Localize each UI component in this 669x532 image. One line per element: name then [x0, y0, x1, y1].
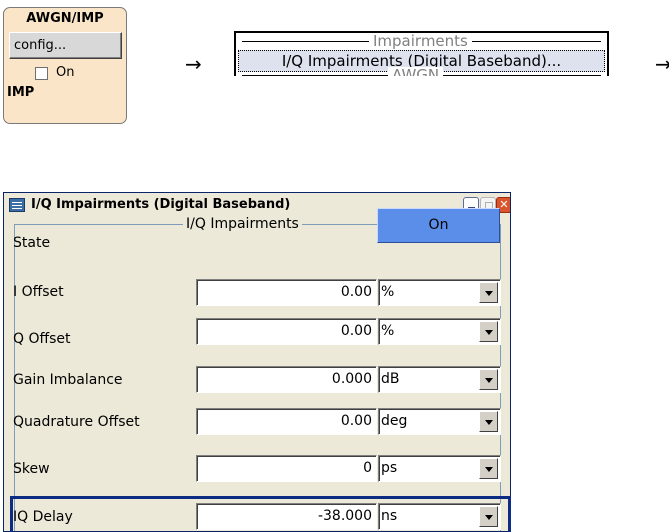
- q-offset-unit: %: [381, 323, 395, 339]
- chevron-down-icon[interactable]: [479, 458, 498, 479]
- skew-unit-select[interactable]: ps: [378, 455, 501, 482]
- q-offset-unit-select[interactable]: %: [378, 318, 501, 345]
- gain-imbalance-unit-select[interactable]: dB: [378, 366, 501, 393]
- dialog-title: I/Q Impairments (Digital Baseband): [31, 197, 291, 212]
- state-toggle-button[interactable]: On: [377, 208, 500, 243]
- chevron-down-icon[interactable]: [479, 369, 498, 390]
- quadrature-offset-unit-select[interactable]: deg: [378, 408, 501, 435]
- impairments-menu: Impairments I/Q Impairments (Digital Bas…: [234, 31, 609, 76]
- skew-input[interactable]: 0: [196, 455, 377, 482]
- quadrature-offset-input[interactable]: 0.00: [196, 408, 377, 435]
- flow-arrow-2: →: [655, 52, 669, 76]
- q-offset-input[interactable]: 0.00: [196, 318, 377, 345]
- menu-separator-awgn-label: AWGN: [388, 67, 444, 76]
- on-checkbox[interactable]: [35, 67, 48, 80]
- quadrature-offset-unit: deg: [381, 413, 408, 429]
- gain-imbalance-unit: dB: [381, 371, 400, 387]
- chevron-down-icon[interactable]: [479, 282, 498, 303]
- iq-delay-label: IQ Delay: [13, 509, 73, 525]
- chevron-down-icon[interactable]: [479, 321, 498, 342]
- block-title: AWGN/IMP: [26, 11, 104, 26]
- awgn-imp-block: AWGN/IMP config... On IMP: [3, 7, 127, 124]
- gain-imbalance-input[interactable]: 0.000: [196, 366, 377, 393]
- i-offset-unit-select[interactable]: %: [378, 279, 501, 306]
- i-offset-unit: %: [381, 284, 395, 300]
- chevron-down-icon[interactable]: [479, 411, 498, 432]
- on-checkbox-label: On: [56, 65, 75, 80]
- quadrature-offset-label: Quadrature Offset: [13, 414, 140, 430]
- menu-separator-impairments-label: Impairments: [369, 33, 472, 49]
- block-imp-label: IMP: [7, 85, 35, 100]
- i-offset-input[interactable]: 0.00: [196, 279, 377, 306]
- q-offset-label: Q Offset: [13, 331, 71, 347]
- config-button[interactable]: config...: [9, 32, 122, 59]
- skew-label: Skew: [13, 461, 50, 477]
- group-label: I/Q Impairments: [183, 216, 302, 232]
- chevron-down-icon[interactable]: [479, 506, 498, 527]
- iq-delay-unit-select[interactable]: ns: [378, 503, 501, 530]
- gain-imbalance-label: Gain Imbalance: [13, 372, 123, 388]
- skew-unit: ps: [381, 460, 398, 476]
- app-icon: [9, 198, 25, 212]
- flow-arrow-1: →: [185, 52, 202, 76]
- state-label: State: [13, 235, 51, 251]
- iq-delay-input[interactable]: -38.000: [196, 503, 377, 530]
- i-offset-label: I Offset: [13, 284, 64, 300]
- iq-delay-unit: ns: [381, 508, 398, 524]
